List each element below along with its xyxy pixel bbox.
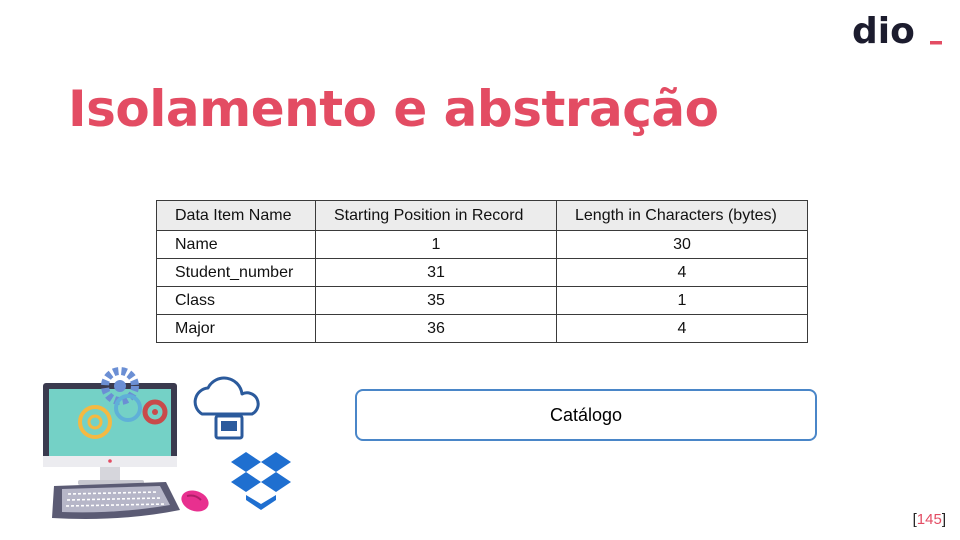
cell-start: 36 [315, 314, 557, 343]
page-number: [145] [913, 511, 946, 528]
table-row: Name 1 30 [156, 230, 808, 259]
data-item-table: Data Item Name Starting Position in Reco… [156, 200, 808, 343]
cloud-icon [193, 376, 260, 440]
cell-start: 35 [315, 286, 557, 315]
dropbox-icon [231, 452, 291, 510]
cell-name: Name [156, 230, 316, 259]
cell-length: 1 [556, 286, 808, 315]
mouse-icon [181, 490, 209, 512]
table-header-row: Data Item Name Starting Position in Reco… [156, 200, 808, 231]
cell-start: 1 [315, 230, 557, 259]
cell-start: 31 [315, 258, 557, 287]
cell-length: 4 [556, 314, 808, 343]
catalog-box: Catálogo [355, 389, 817, 441]
header-length: Length in Characters (bytes) [556, 200, 808, 231]
table-row: Class 35 1 [156, 286, 808, 315]
cell-name: Student_number [156, 258, 316, 287]
cell-name: Class [156, 286, 316, 315]
header-starting-position: Starting Position in Record [315, 200, 557, 231]
table-row: Major 36 4 [156, 314, 808, 343]
catalog-label: Catálogo [549, 404, 623, 425]
header-data-item-name: Data Item Name [156, 200, 316, 231]
svg-text:dio: dio [852, 14, 915, 48]
cell-length: 4 [556, 258, 808, 287]
page-number-close: ] [941, 511, 946, 528]
slide-title: Isolamento e abstração [68, 80, 719, 138]
page-number-value: 145 [916, 511, 942, 528]
cell-length: 30 [556, 230, 808, 259]
table-row: Student_number 31 4 [156, 258, 808, 287]
cell-name: Major [156, 314, 316, 343]
computer-illustration [43, 367, 291, 519]
dio-logo: dio [852, 14, 942, 48]
keyboard-icon [52, 482, 180, 519]
